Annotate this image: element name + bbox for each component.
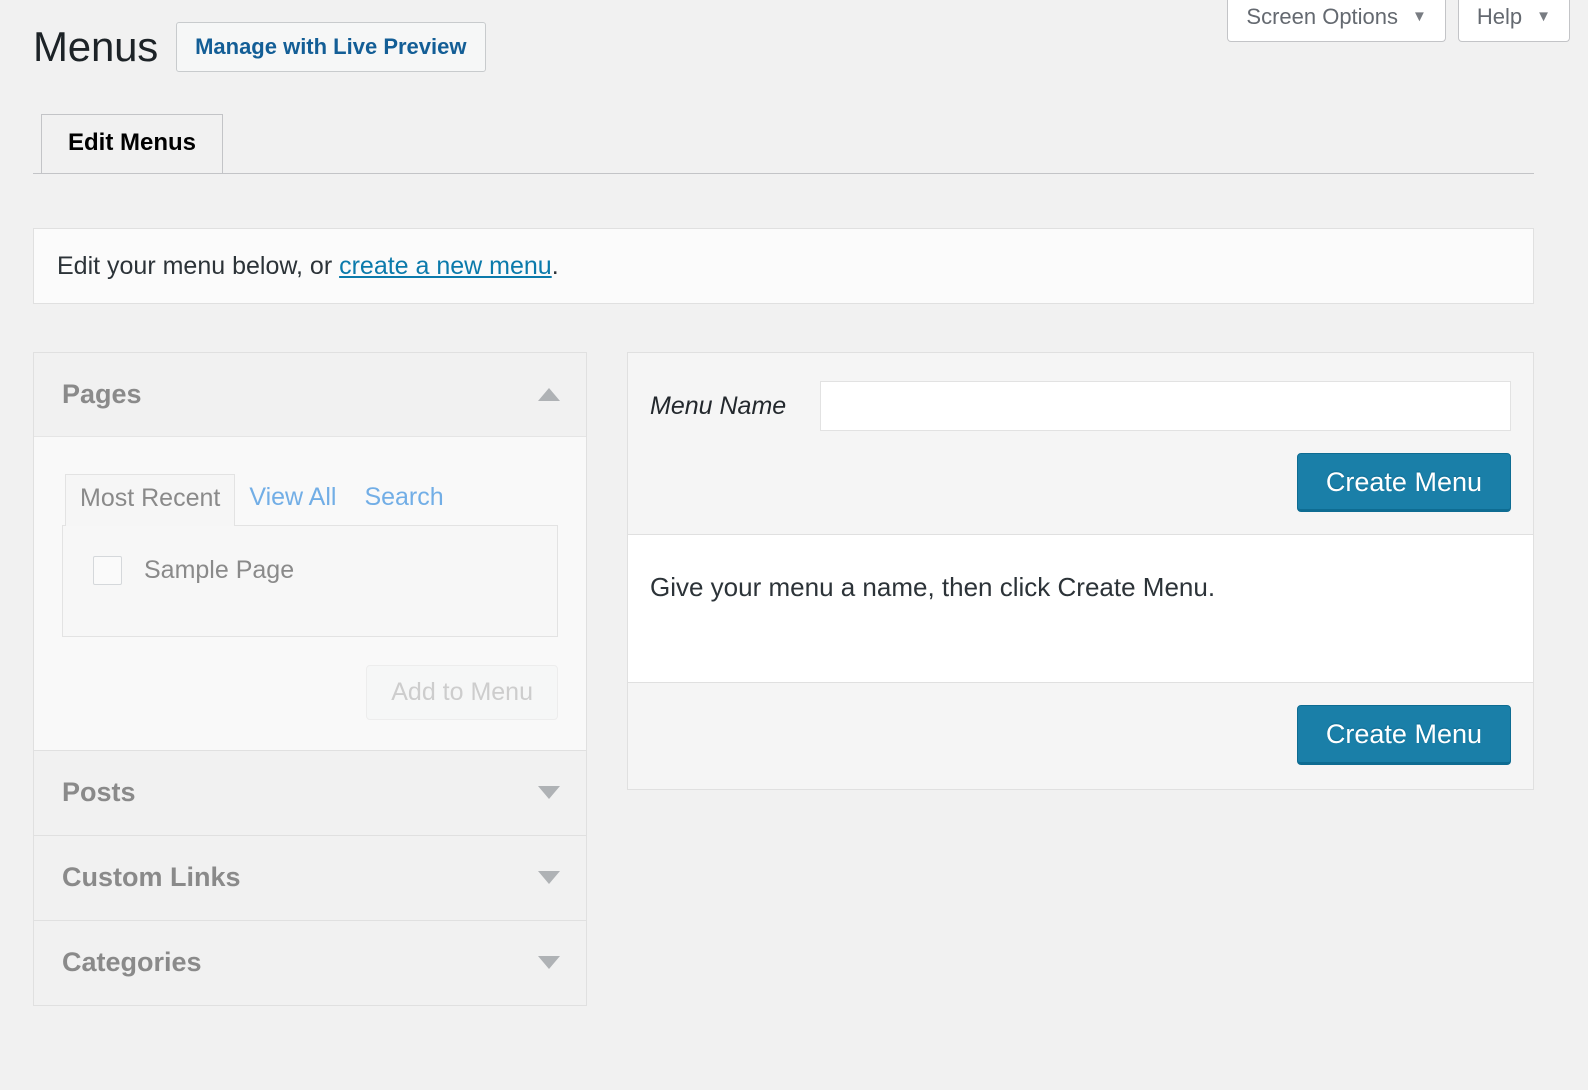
chevron-down-icon[interactable]: [538, 786, 560, 799]
menu-editor-column: Menu Name Create Menu Give your menu a n…: [627, 352, 1534, 790]
accordion-posts: Posts: [33, 750, 587, 836]
accordion-categories-title: Categories: [62, 947, 202, 977]
screen-options-button[interactable]: Screen Options ▼: [1227, 0, 1446, 43]
accordion-posts-header[interactable]: Posts: [34, 750, 586, 835]
create-menu-button-bottom[interactable]: Create Menu: [1296, 705, 1511, 765]
notice-text-after: .: [551, 251, 559, 280]
menu-edit-body: Give your menu a name, then click Create…: [627, 535, 1534, 684]
notice-text-before: Edit your menu below, or: [57, 251, 340, 280]
accordion-pages-header[interactable]: Pages: [34, 353, 586, 437]
pages-tab-view-all[interactable]: View All: [235, 474, 350, 525]
list-item: Sample Page: [63, 550, 557, 591]
chevron-down-icon: ▼: [1412, 8, 1427, 26]
pages-tab-bar: Most Recent View All Search: [62, 473, 558, 526]
tab-edit-menus[interactable]: Edit Menus: [41, 114, 224, 174]
accordion-custom-links-title: Custom Links: [62, 862, 241, 892]
menus-admin-page: Screen Options ▼ Help ▼ Menus Manage wit…: [0, 0, 1588, 1090]
menu-editor-footer: Create Menu: [627, 683, 1534, 790]
accordion-pages-title: Pages: [62, 379, 142, 409]
help-button[interactable]: Help ▼: [1457, 0, 1570, 43]
nav-tab-bar: Edit Menus: [33, 112, 1534, 174]
accordion-pages: Pages Most Recent View All Search Sample…: [33, 352, 587, 751]
accordion-pages-body: Most Recent View All Search Sample Page …: [34, 437, 586, 750]
notice-banner: Edit your menu below, or create a new me…: [33, 228, 1534, 304]
menu-settings-panel: Menu Name Create Menu: [627, 352, 1534, 536]
pages-panel-actions: Add to Menu: [62, 664, 558, 720]
create-a-new-menu-link[interactable]: create a new menu: [339, 252, 552, 280]
accordion-categories: Categories: [33, 920, 587, 1006]
page-title: Menus: [33, 23, 159, 71]
notice-text: Edit your menu below, or create a new me…: [57, 250, 559, 283]
accordion-custom-links-header[interactable]: Custom Links: [34, 835, 586, 920]
pages-tab-search[interactable]: Search: [350, 474, 457, 525]
chevron-down-icon[interactable]: [538, 956, 560, 969]
screen-options-label: Screen Options: [1246, 4, 1399, 29]
page-header: Menus Manage with Live Preview: [33, 22, 486, 73]
add-to-menu-button[interactable]: Add to Menu: [366, 664, 558, 720]
screen-meta-links: Screen Options ▼ Help ▼: [1227, 0, 1570, 43]
create-menu-button-top[interactable]: Create Menu: [1296, 453, 1511, 513]
chevron-down-icon: ▼: [1536, 8, 1551, 26]
menu-name-label: Menu Name: [650, 391, 787, 420]
chevron-down-icon[interactable]: [538, 871, 560, 884]
accordion-categories-header[interactable]: Categories: [34, 920, 586, 1005]
menu-name-input[interactable]: [820, 381, 1511, 431]
sample-page-label[interactable]: Sample Page: [144, 557, 294, 583]
menu-instruction-text: Give your menu a name, then click Create…: [650, 572, 1216, 603]
accordion-posts-title: Posts: [62, 777, 136, 807]
sample-page-checkbox[interactable]: [93, 555, 122, 585]
menu-name-row: Menu Name: [650, 381, 1511, 431]
pages-tab-most-recent[interactable]: Most Recent: [65, 474, 236, 526]
chevron-up-icon[interactable]: [538, 388, 560, 401]
pages-tab-panel: Sample Page: [62, 524, 558, 637]
accordion-custom-links: Custom Links: [33, 835, 587, 921]
manage-with-live-preview-button[interactable]: Manage with Live Preview: [176, 22, 486, 73]
help-label: Help: [1476, 4, 1523, 29]
add-menu-items-column: Pages Most Recent View All Search Sample…: [33, 352, 587, 1006]
menu-settings-actions: Create Menu: [650, 453, 1511, 513]
